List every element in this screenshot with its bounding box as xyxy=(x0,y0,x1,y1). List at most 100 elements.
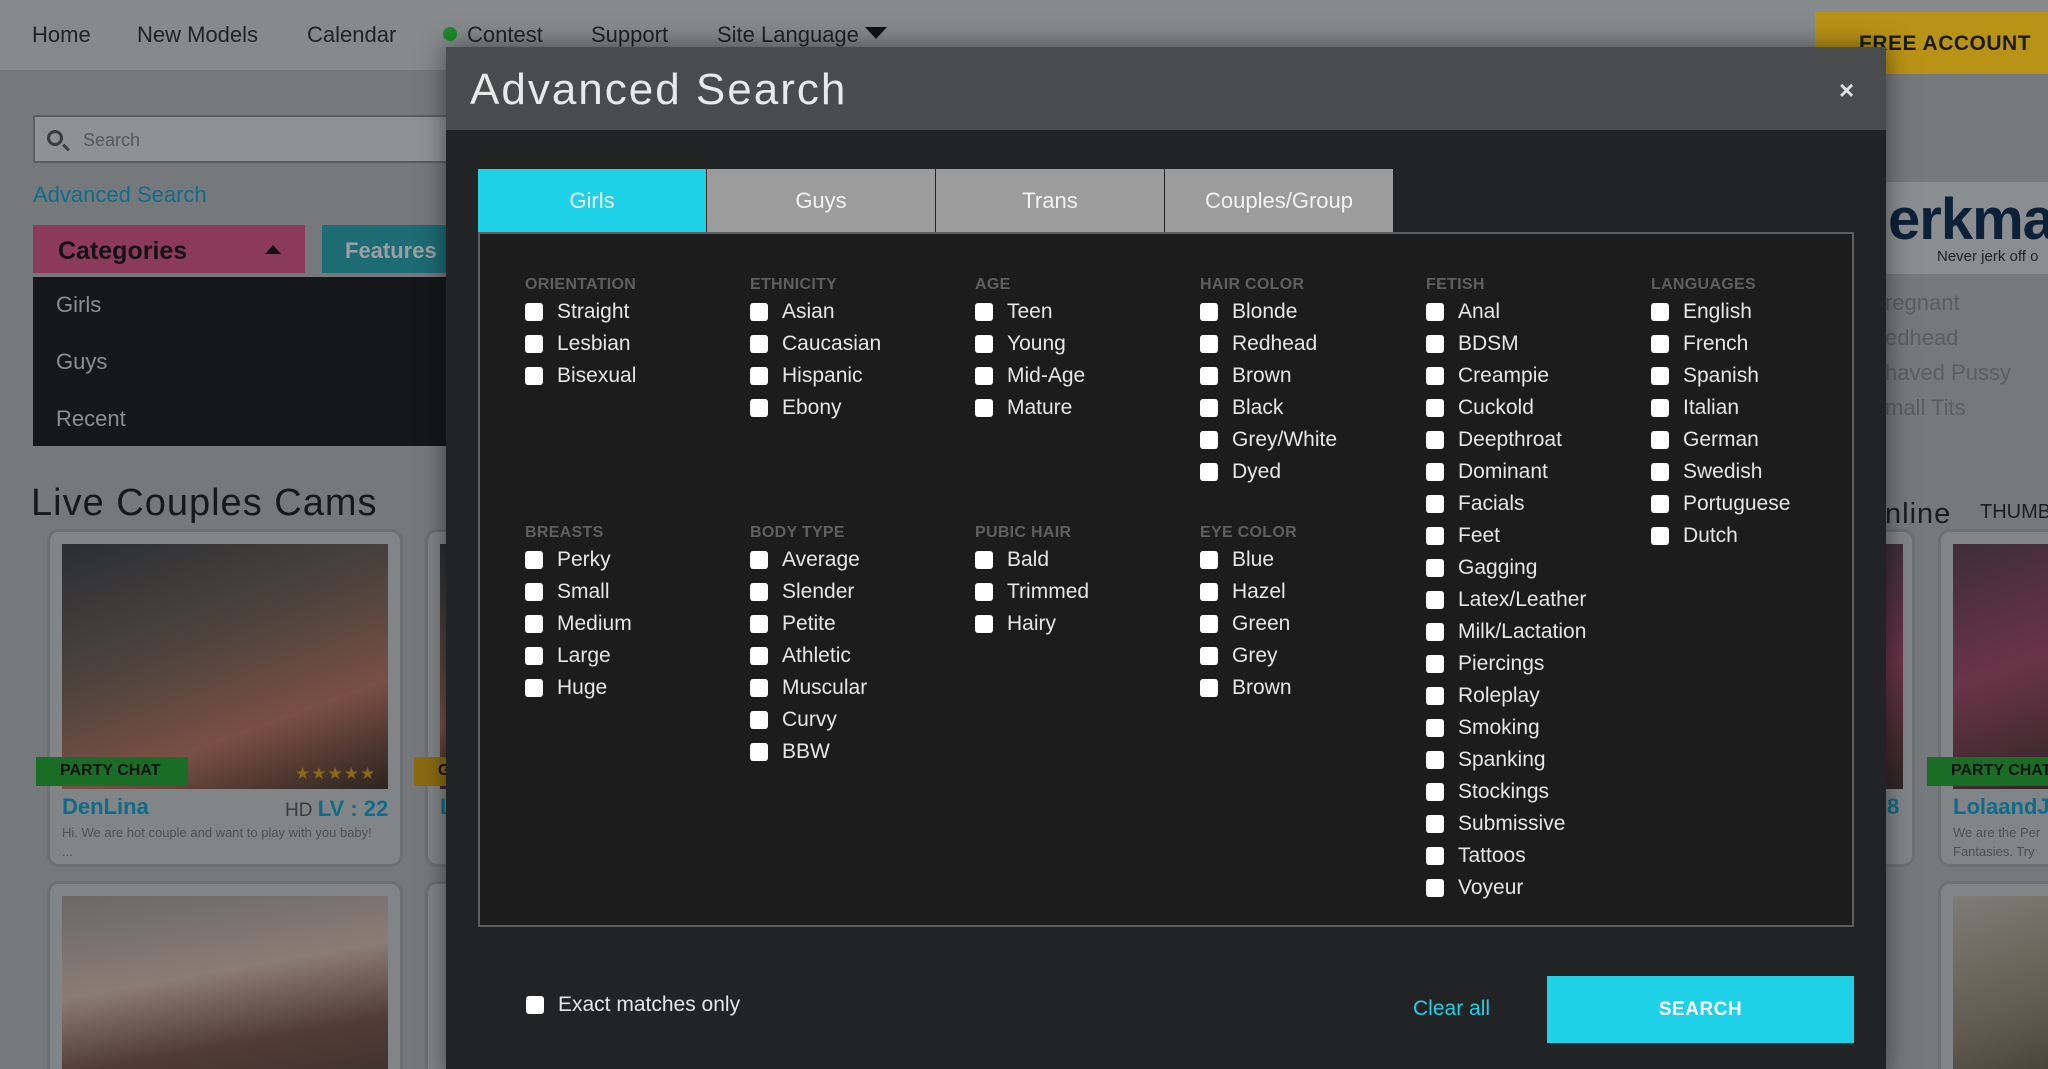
filter-option[interactable]: Large xyxy=(525,640,632,672)
filter-option[interactable]: Spanking xyxy=(1426,744,1586,776)
filter-option[interactable]: Voyeur xyxy=(1426,872,1586,904)
filter-option[interactable]: Portuguese xyxy=(1651,488,1790,520)
filter-checkbox[interactable] xyxy=(975,367,993,385)
filter-checkbox[interactable] xyxy=(1426,815,1444,833)
filter-option[interactable]: Petite xyxy=(750,608,867,640)
filter-checkbox[interactable] xyxy=(1200,399,1218,417)
filter-checkbox[interactable] xyxy=(1426,463,1444,481)
filter-checkbox[interactable] xyxy=(1426,623,1444,641)
filter-option[interactable]: French xyxy=(1651,328,1790,360)
tab-couples-group[interactable]: Couples/Group xyxy=(1165,169,1393,232)
thumb-toggle[interactable]: THUMB xyxy=(1980,501,2048,524)
filter-checkbox[interactable] xyxy=(1200,367,1218,385)
sidebar-item-girls[interactable]: Girls xyxy=(56,292,101,318)
filter-checkbox[interactable] xyxy=(1200,431,1218,449)
model-card[interactable]: PARTY CHAT LolaandJ We are the Per Fanta… xyxy=(1927,529,2048,867)
filter-checkbox[interactable] xyxy=(975,615,993,633)
filter-checkbox[interactable] xyxy=(1426,591,1444,609)
filter-checkbox[interactable] xyxy=(750,303,768,321)
filter-option[interactable]: BBW xyxy=(750,736,867,768)
filter-option[interactable]: Ebony xyxy=(750,392,881,424)
filter-option[interactable]: Dutch xyxy=(1651,520,1790,552)
filter-option[interactable]: Mature xyxy=(975,392,1085,424)
model-card[interactable] xyxy=(47,881,403,1069)
filter-checkbox[interactable] xyxy=(1651,527,1669,545)
filter-checkbox[interactable] xyxy=(750,551,768,569)
model-card[interactable] xyxy=(1938,881,2048,1069)
filter-checkbox[interactable] xyxy=(750,367,768,385)
filter-checkbox[interactable] xyxy=(1426,527,1444,545)
filter-checkbox[interactable] xyxy=(525,615,543,633)
filter-checkbox[interactable] xyxy=(1651,335,1669,353)
filter-option[interactable]: Grey xyxy=(1200,640,1297,672)
filter-option[interactable]: Blue xyxy=(1200,544,1297,576)
filter-checkbox[interactable] xyxy=(1200,303,1218,321)
filter-option[interactable]: Bisexual xyxy=(525,360,636,392)
filter-option[interactable]: Brown xyxy=(1200,672,1297,704)
exact-matches-option[interactable]: Exact matches only xyxy=(526,993,740,1017)
nav-home[interactable]: Home xyxy=(32,22,91,48)
model-card[interactable]: PARTY CHAT ★★★★★ DenLina HD LV : 22 Hi. … xyxy=(36,529,403,867)
filter-option[interactable]: Smoking xyxy=(1426,712,1586,744)
filter-checkbox[interactable] xyxy=(525,679,543,697)
filter-option[interactable]: Dominant xyxy=(1426,456,1586,488)
filter-option[interactable]: Caucasian xyxy=(750,328,881,360)
filter-checkbox[interactable] xyxy=(1200,463,1218,481)
filter-option[interactable]: Curvy xyxy=(750,704,867,736)
tag-link[interactable]: edhead xyxy=(1885,325,2011,360)
filter-option[interactable]: Deepthroat xyxy=(1426,424,1586,456)
tab-trans[interactable]: Trans xyxy=(936,169,1164,232)
filter-checkbox[interactable] xyxy=(975,303,993,321)
filter-checkbox[interactable] xyxy=(750,335,768,353)
filter-option[interactable]: Average xyxy=(750,544,867,576)
filter-checkbox[interactable] xyxy=(1200,583,1218,601)
filter-option[interactable]: Hazel xyxy=(1200,576,1297,608)
filter-option[interactable]: Muscular xyxy=(750,672,867,704)
filter-option[interactable]: Medium xyxy=(525,608,632,640)
filter-checkbox[interactable] xyxy=(750,711,768,729)
filter-checkbox[interactable] xyxy=(750,583,768,601)
filter-checkbox[interactable] xyxy=(1200,335,1218,353)
tag-link[interactable]: regnant xyxy=(1885,290,2011,325)
filter-option[interactable]: Brown xyxy=(1200,360,1337,392)
filter-option[interactable]: Trimmed xyxy=(975,576,1089,608)
model-name[interactable]: LolaandJ xyxy=(1953,794,2048,820)
filter-checkbox[interactable] xyxy=(1426,655,1444,673)
filter-option[interactable]: Feet xyxy=(1426,520,1586,552)
filter-checkbox[interactable] xyxy=(1200,551,1218,569)
filter-option[interactable]: Stockings xyxy=(1426,776,1586,808)
filter-checkbox[interactable] xyxy=(750,679,768,697)
sidebar-item-guys[interactable]: Guys xyxy=(56,349,107,375)
filter-checkbox[interactable] xyxy=(1200,615,1218,633)
filter-option[interactable]: Redhead xyxy=(1200,328,1337,360)
filter-checkbox[interactable] xyxy=(1426,303,1444,321)
filter-option[interactable]: Straight xyxy=(525,296,636,328)
filter-option[interactable]: English xyxy=(1651,296,1790,328)
close-icon[interactable]: × xyxy=(1839,75,1854,106)
filter-option[interactable]: Huge xyxy=(525,672,632,704)
categories-tab[interactable]: Categories xyxy=(33,225,305,273)
filter-option[interactable]: Piercings xyxy=(1426,648,1586,680)
clear-all-link[interactable]: Clear all xyxy=(1413,997,1490,1021)
sidebar-item-recent[interactable]: Recent xyxy=(56,406,126,432)
promo-banner[interactable]: erkma Never jerk off o xyxy=(1885,182,2048,274)
filter-checkbox[interactable] xyxy=(1426,783,1444,801)
tag-link[interactable]: mall Tits xyxy=(1885,395,2011,430)
nav-calendar[interactable]: Calendar xyxy=(307,22,396,48)
filter-checkbox[interactable] xyxy=(1651,463,1669,481)
filter-option[interactable]: Slender xyxy=(750,576,867,608)
tag-link[interactable]: haved Pussy xyxy=(1885,360,2011,395)
filter-option[interactable]: Mid-Age xyxy=(975,360,1085,392)
filter-checkbox[interactable] xyxy=(1426,879,1444,897)
filter-option[interactable]: Green xyxy=(1200,608,1297,640)
filter-option[interactable]: Facials xyxy=(1426,488,1586,520)
model-name[interactable]: DenLina xyxy=(62,794,149,820)
filter-checkbox[interactable] xyxy=(975,583,993,601)
filter-checkbox[interactable] xyxy=(1651,431,1669,449)
filter-checkbox[interactable] xyxy=(1426,559,1444,577)
tab-guys[interactable]: Guys xyxy=(707,169,935,232)
filter-checkbox[interactable] xyxy=(525,303,543,321)
filter-checkbox[interactable] xyxy=(1426,431,1444,449)
filter-checkbox[interactable] xyxy=(1426,495,1444,513)
filter-option[interactable]: Black xyxy=(1200,392,1337,424)
